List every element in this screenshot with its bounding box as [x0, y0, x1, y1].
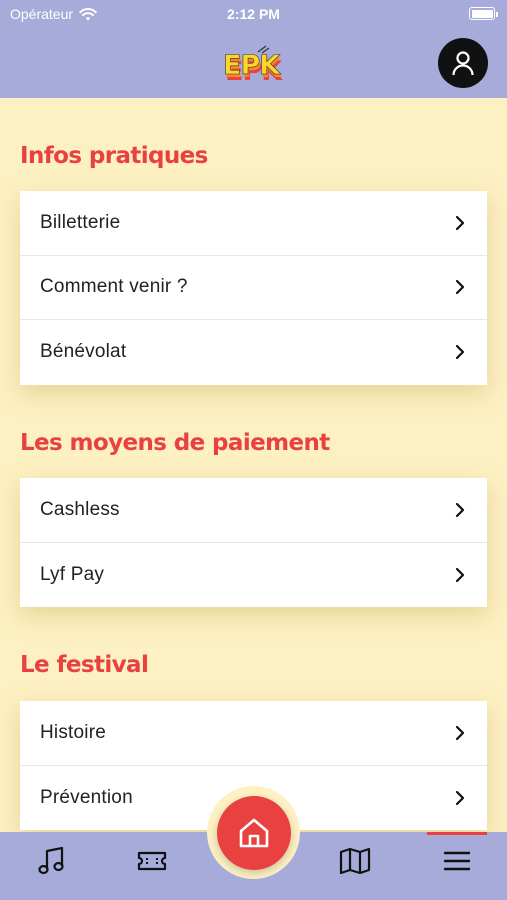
chevron-right-icon — [455, 280, 465, 295]
card-moyens-de-paiement: Cashless Lyf Pay — [20, 478, 487, 607]
chevron-right-icon — [455, 502, 465, 517]
list-item-comment-venir[interactable]: Comment venir ? — [20, 256, 487, 320]
list-item-billetterie[interactable]: Billetterie — [20, 191, 487, 256]
music-note-icon — [38, 847, 64, 875]
chevron-right-icon — [455, 725, 465, 740]
list-item-label: Histoire — [40, 721, 107, 743]
card-infos-pratiques: Billetterie Comment venir ? Bénévolat — [20, 191, 487, 385]
tab-map[interactable] — [325, 832, 385, 890]
svg-text:EPK: EPK — [223, 50, 281, 81]
chevron-right-icon — [455, 345, 465, 360]
tab-tickets[interactable] — [122, 832, 182, 890]
list-item-label: Prévention — [40, 786, 133, 808]
section-title-moyens-de-paiement: Les moyens de paiement — [20, 430, 330, 456]
list-item-lyf-pay[interactable]: Lyf Pay — [20, 543, 487, 608]
section-title-le-festival: Le festival — [20, 652, 149, 678]
list-item-label: Bénévolat — [40, 341, 127, 363]
map-icon — [339, 847, 371, 875]
chevron-right-icon — [455, 567, 465, 582]
tab-menu[interactable] — [427, 832, 487, 890]
app-header: Opérateur 2:12 PM EPK EPK EPK — [0, 0, 507, 98]
main-content[interactable]: Infos pratiques Billetterie Comment veni… — [0, 98, 507, 832]
home-button[interactable] — [217, 796, 291, 870]
chevron-right-icon — [455, 215, 465, 230]
home-icon — [239, 818, 269, 848]
list-item-label: Billetterie — [40, 211, 121, 233]
list-item-label: Cashless — [40, 498, 120, 520]
section-title-infos-pratiques: Infos pratiques — [20, 143, 208, 169]
list-item-benevolat[interactable]: Bénévolat — [20, 320, 487, 385]
list-item-histoire[interactable]: Histoire — [20, 701, 487, 766]
list-item-cashless[interactable]: Cashless — [20, 478, 487, 543]
status-time: 2:12 PM — [227, 6, 280, 22]
ticket-icon — [137, 851, 167, 871]
epk-logo[interactable]: EPK EPK EPK — [222, 44, 288, 86]
tab-music[interactable] — [22, 832, 82, 890]
chevron-right-icon — [455, 790, 465, 805]
user-icon — [452, 51, 474, 76]
battery-icon — [469, 7, 498, 20]
list-item-label: Lyf Pay — [40, 563, 105, 585]
list-item-label: Comment venir ? — [40, 276, 188, 298]
menu-icon — [443, 851, 471, 871]
status-bar: Opérateur 2:12 PM — [0, 0, 507, 30]
profile-button[interactable] — [438, 38, 488, 88]
